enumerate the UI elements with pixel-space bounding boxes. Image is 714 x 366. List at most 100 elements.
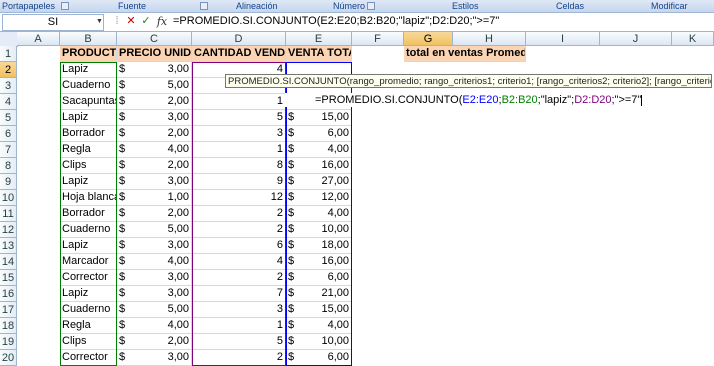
ribbon-group-number[interactable]: Número: [333, 0, 365, 12]
cell-producto[interactable]: Hoja blanca: [60, 190, 117, 206]
dialog-launcher-icon[interactable]: [61, 2, 70, 10]
ribbon-group-styles[interactable]: Estilos: [452, 0, 479, 12]
cell-producto[interactable]: Regla: [60, 318, 117, 334]
cell-cantidad[interactable]: 1: [192, 318, 286, 334]
cell-venta[interactable]: $6,00: [286, 350, 352, 366]
row-header-8[interactable]: 8: [0, 158, 17, 174]
cell-venta[interactable]: $15,00: [286, 110, 352, 126]
row-header-15[interactable]: 15: [0, 270, 17, 286]
column-header-g[interactable]: G: [404, 32, 453, 46]
row-header-16[interactable]: 16: [0, 286, 17, 302]
cell-venta[interactable]: $12,00: [286, 190, 352, 206]
header-venta-total[interactable]: VENTA TOTAL: [286, 46, 352, 62]
cell-producto[interactable]: Corrector: [60, 350, 117, 366]
select-all-corner[interactable]: [0, 32, 18, 47]
ribbon-group-number-launcher[interactable]: [367, 0, 375, 12]
cell-venta[interactable]: $4,00: [286, 318, 352, 334]
cell-producto[interactable]: Clips: [60, 158, 117, 174]
cell-producto[interactable]: Regla: [60, 142, 117, 158]
cell-venta[interactable]: $18,00: [286, 238, 352, 254]
cell-producto[interactable]: Clips: [60, 334, 117, 350]
cell-cantidad[interactable]: 6: [192, 238, 286, 254]
row-header-6[interactable]: 6: [0, 126, 17, 142]
name-box[interactable]: SI: [2, 14, 104, 31]
cell-precio[interactable]: $3,00: [117, 110, 192, 126]
cell-cantidad[interactable]: 5: [192, 110, 286, 126]
row-header-10[interactable]: 10: [0, 190, 17, 206]
cell-producto[interactable]: Lapiz: [60, 238, 117, 254]
cell-cantidad[interactable]: 3: [192, 302, 286, 318]
cell-producto[interactable]: Lapiz: [60, 286, 117, 302]
column-header-b[interactable]: B: [60, 32, 117, 46]
header-cantidad-vendida[interactable]: CANTIDAD VENDIDA: [192, 46, 286, 62]
splitter-icon[interactable]: ⁞: [110, 15, 124, 28]
cell-producto[interactable]: Lapiz: [60, 62, 117, 78]
cell-precio[interactable]: $3,00: [117, 238, 192, 254]
cell-cantidad[interactable]: 3: [192, 126, 286, 142]
cell-precio[interactable]: $2,00: [117, 94, 192, 110]
cell-producto[interactable]: Corrector: [60, 270, 117, 286]
cell-precio[interactable]: $3,00: [117, 270, 192, 286]
cell-cantidad[interactable]: 12: [192, 190, 286, 206]
row-header-7[interactable]: 7: [0, 142, 17, 158]
ribbon-group-editing[interactable]: Modificar: [651, 0, 688, 12]
cell-producto[interactable]: Lapiz: [60, 174, 117, 190]
header-total-ventas-promedio[interactable]: total en ventas Promedio: [404, 46, 526, 62]
row-header-18[interactable]: 18: [0, 318, 17, 334]
cell-venta[interactable]: $6,00: [286, 126, 352, 142]
row-header-2[interactable]: 2: [0, 62, 17, 78]
cell-producto[interactable]: Cuaderno: [60, 302, 117, 318]
enter-check-icon[interactable]: ✓: [139, 15, 153, 28]
row-header-17[interactable]: 17: [0, 302, 17, 318]
column-header-c[interactable]: C: [117, 32, 192, 46]
cell-venta[interactable]: $4,00: [286, 206, 352, 222]
cell-precio[interactable]: $2,00: [117, 206, 192, 222]
header-producto[interactable]: PRODUCTO: [60, 46, 117, 62]
insert-function-icon[interactable]: fx: [155, 15, 169, 28]
cell-venta[interactable]: $10,00: [286, 222, 352, 238]
ribbon-group-font-launcher[interactable]: [200, 0, 208, 12]
row-header-1[interactable]: 1: [0, 46, 17, 62]
cancel-icon[interactable]: ✕: [124, 15, 138, 28]
cell-precio[interactable]: $1,00: [117, 190, 192, 206]
ribbon-group-font[interactable]: Fuente: [118, 0, 146, 12]
cell-producto[interactable]: Borrador: [60, 206, 117, 222]
cell-venta[interactable]: $16,00: [286, 254, 352, 270]
cell-cantidad[interactable]: 2: [192, 270, 286, 286]
cell-venta[interactable]: $15,00: [286, 302, 352, 318]
cell-precio[interactable]: $2,00: [117, 126, 192, 142]
cell-venta[interactable]: $4,00: [286, 142, 352, 158]
cell-producto[interactable]: Cuaderno: [60, 78, 117, 94]
row-header-14[interactable]: 14: [0, 254, 17, 270]
formula-input[interactable]: =PROMEDIO.SI.CONJUNTO(E2:E20;B2:B20;"lap…: [173, 14, 499, 29]
cell-precio[interactable]: $2,00: [117, 158, 192, 174]
column-header-f[interactable]: F: [352, 32, 404, 46]
cell-cantidad[interactable]: 2: [192, 206, 286, 222]
cell-precio[interactable]: $3,00: [117, 286, 192, 302]
cell-producto[interactable]: Sacapuntas: [60, 94, 117, 110]
cell-cantidad[interactable]: 2: [192, 350, 286, 366]
cell-precio[interactable]: $3,00: [117, 62, 192, 78]
row-header-19[interactable]: 19: [0, 334, 17, 350]
cell-producto[interactable]: Cuaderno: [60, 222, 117, 238]
ribbon-group-clipboard[interactable]: Portapapeles: [2, 0, 70, 12]
header-precio-unidad[interactable]: PRECIO UNIDAD: [117, 46, 192, 62]
cell-cantidad[interactable]: 8: [192, 158, 286, 174]
cell-precio[interactable]: $2,00: [117, 334, 192, 350]
cell-precio[interactable]: $4,00: [117, 318, 192, 334]
row-header-3[interactable]: 3: [0, 78, 17, 94]
row-header-5[interactable]: 5: [0, 110, 17, 126]
cell-precio[interactable]: $5,00: [117, 302, 192, 318]
cell-cantidad[interactable]: 5: [192, 334, 286, 350]
column-header-e[interactable]: E: [286, 32, 352, 46]
cell-cantidad[interactable]: 2: [192, 222, 286, 238]
cell-cantidad[interactable]: 1: [192, 142, 286, 158]
cell-venta[interactable]: $21,00: [286, 286, 352, 302]
row-header-13[interactable]: 13: [0, 238, 17, 254]
cell-producto[interactable]: Borrador: [60, 126, 117, 142]
cell-precio[interactable]: $3,00: [117, 174, 192, 190]
cell-venta[interactable]: $10,00: [286, 334, 352, 350]
dialog-launcher-icon[interactable]: [200, 2, 208, 10]
cell-venta[interactable]: $27,00: [286, 174, 352, 190]
cell-cantidad[interactable]: 7: [192, 286, 286, 302]
